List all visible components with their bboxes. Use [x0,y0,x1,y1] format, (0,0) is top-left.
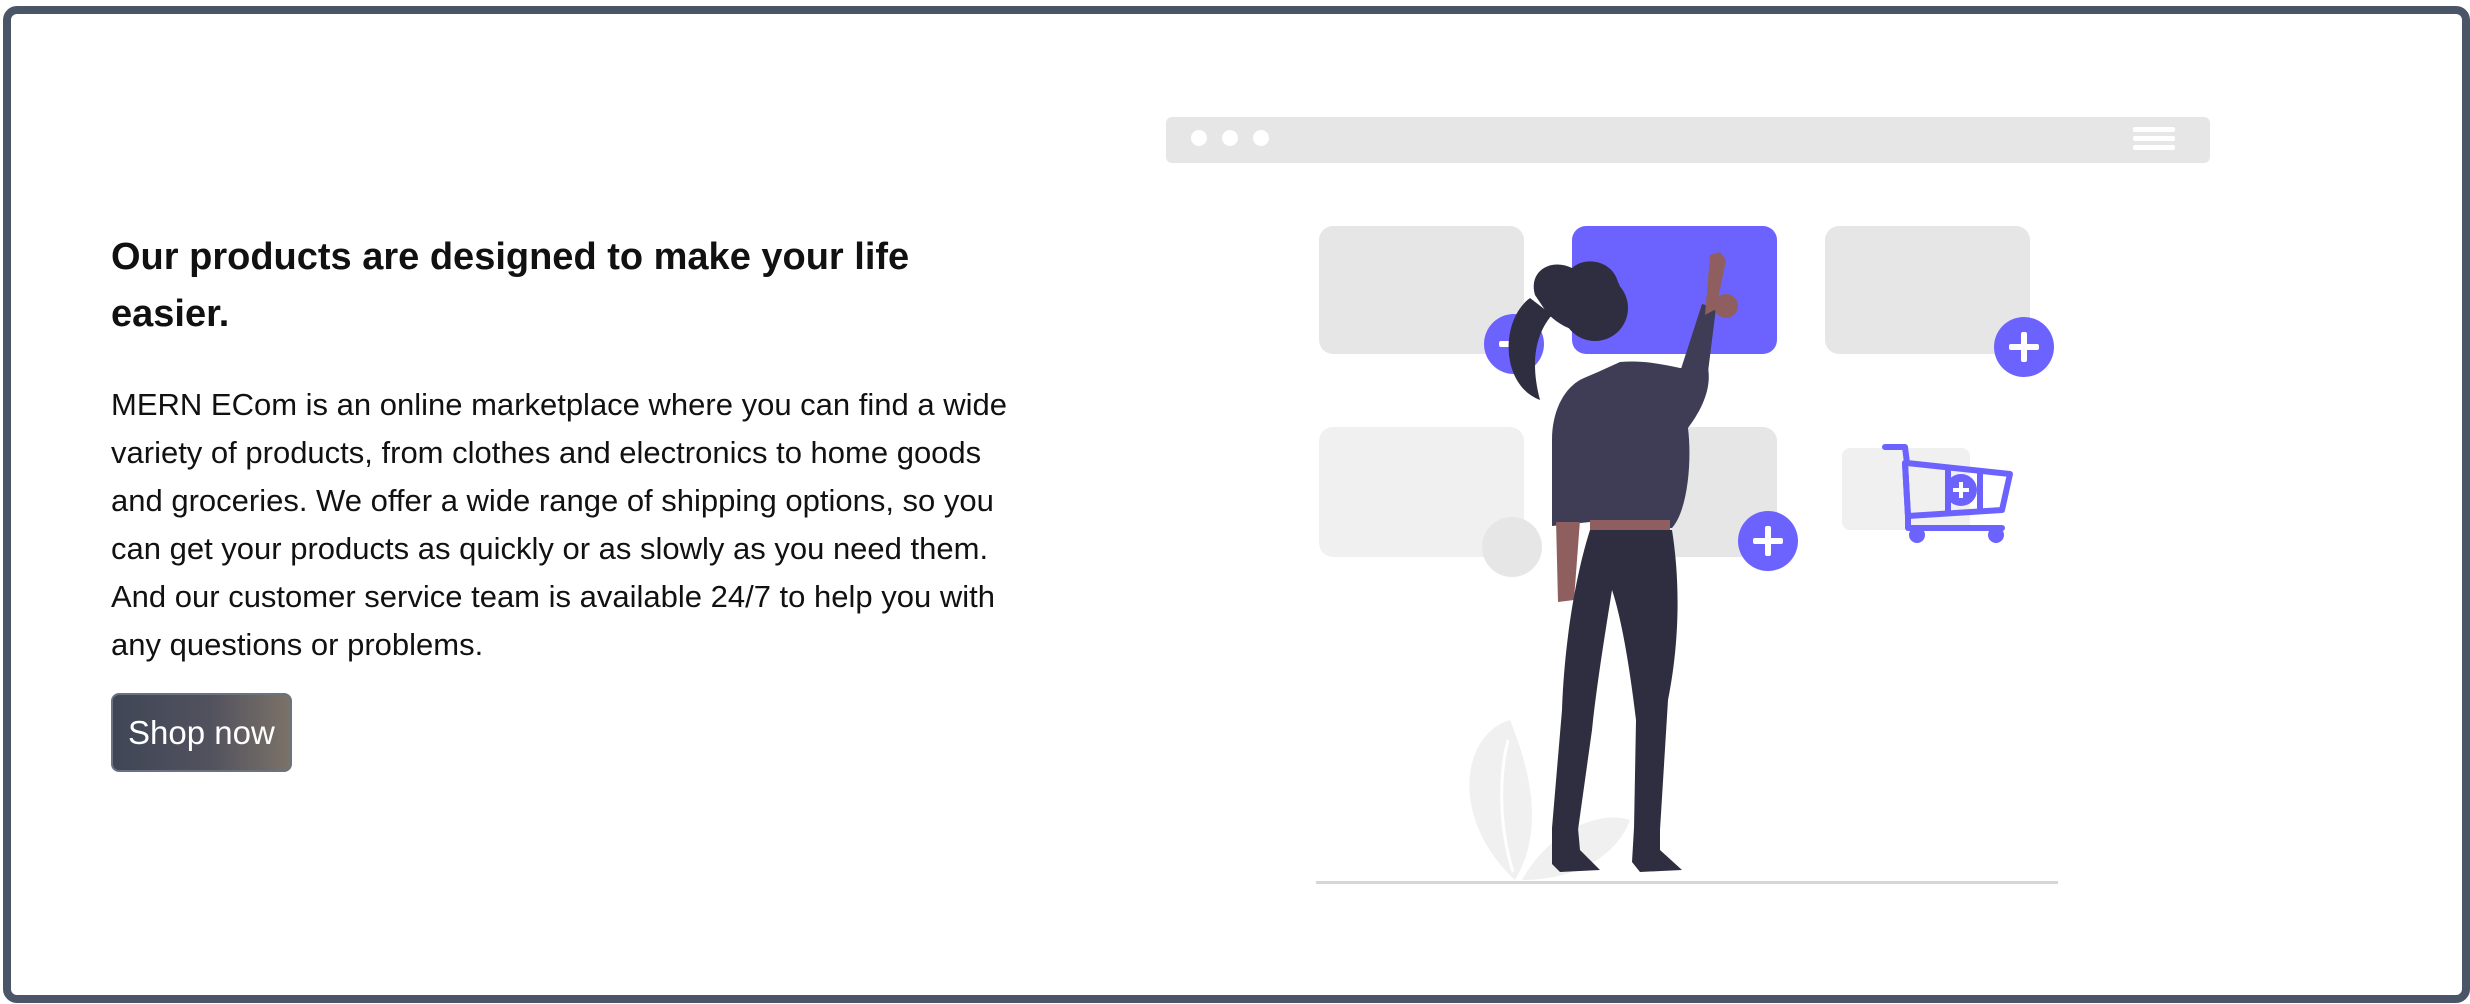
placeholder-circle [1482,517,1542,577]
browser-bar [1166,117,2210,163]
window-dot-icon [1222,130,1238,146]
add-icon [1738,511,1798,571]
window-dot-icon [1253,130,1269,146]
hero-copy: Our products are designed to make your l… [111,229,1011,772]
ground-line [1316,881,2058,884]
shopping-illustration [1166,117,2210,884]
plant-decoration [1469,720,1630,880]
window-dot-icon [1191,130,1207,146]
shop-now-button[interactable]: Shop now [111,693,292,772]
hamburger-menu-icon [2133,127,2175,150]
add-icon [1994,317,2054,377]
hero-headline: Our products are designed to make your l… [111,236,910,335]
hero-description: MERN ECom is an online marketplace where… [111,387,1007,662]
